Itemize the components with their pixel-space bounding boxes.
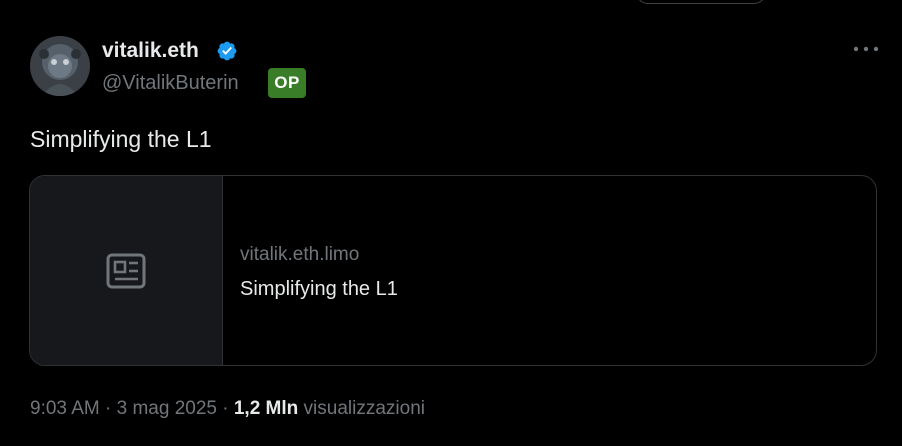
meta-separator: · <box>99 398 117 419</box>
article-icon <box>106 253 146 288</box>
meta-separator: · <box>216 398 234 419</box>
tweet-meta: 9:03 AM · 3 mag 2025 · 1,2 Mln visualizz… <box>30 396 425 422</box>
top-pill-button[interactable] <box>636 0 766 4</box>
link-preview-card[interactable]: vitalik.eth.limo Simplifying the L1 <box>29 175 877 366</box>
tweet-time[interactable]: 9:03 AM <box>30 398 100 419</box>
views-count[interactable]: 1,2 Mln <box>234 398 298 419</box>
avatar[interactable] <box>30 36 90 96</box>
author-handle[interactable]: @VitalikButerin <box>102 70 239 96</box>
avatar-image <box>30 36 90 96</box>
more-options-button[interactable] <box>848 36 884 62</box>
op-badge: OP <box>268 68 306 98</box>
link-card-thumbnail <box>30 176 223 365</box>
link-card-domain: vitalik.eth.limo <box>240 244 360 265</box>
tweet-text: Simplifying the L1 <box>30 126 212 152</box>
link-card-title: Simplifying the L1 <box>240 278 398 300</box>
author-name[interactable]: vitalik.eth <box>102 38 199 64</box>
tweet-date[interactable]: 3 mag 2025 <box>117 398 217 419</box>
more-dots-icon <box>853 46 879 52</box>
views-label: visualizzazioni <box>298 398 425 419</box>
verified-badge-icon <box>217 41 237 61</box>
